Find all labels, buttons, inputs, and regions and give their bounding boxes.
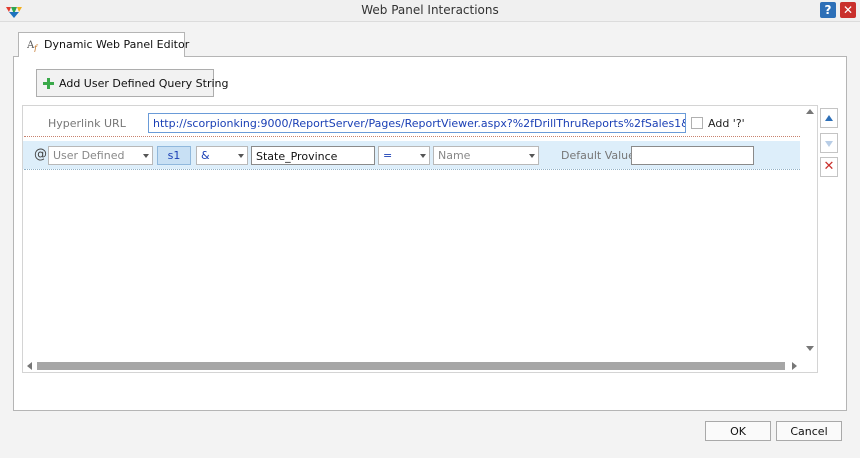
arrow-up-icon — [825, 115, 833, 121]
chevron-down-icon — [238, 154, 244, 158]
formula-icon: A f — [27, 40, 39, 52]
svg-text:f: f — [33, 44, 39, 52]
tab-label: Dynamic Web Panel Editor — [44, 38, 190, 51]
cancel-button[interactable]: Cancel — [776, 421, 842, 441]
at-icon: @ — [34, 147, 47, 162]
scroll-up-arrow-icon[interactable] — [806, 109, 814, 114]
default-value-input[interactable] — [631, 146, 754, 165]
operator-dropdown[interactable]: = — [378, 146, 430, 165]
hyperlink-url-label: Hyperlink URL — [48, 117, 126, 130]
parameter-name-input[interactable]: State_Province — [251, 146, 375, 165]
ok-button[interactable]: OK — [705, 421, 771, 441]
scroll-left-arrow-icon[interactable] — [27, 362, 32, 370]
move-up-button[interactable] — [820, 108, 838, 128]
horizontal-scrollbar-thumb[interactable] — [37, 362, 785, 370]
arrow-down-icon — [825, 141, 833, 147]
tab-dynamic-web-panel-editor[interactable]: A f Dynamic Web Panel Editor — [18, 32, 189, 57]
hyperlink-url-input[interactable]: http://scorpionking:9000/ReportServer/Pa… — [148, 113, 686, 133]
plus-icon — [43, 78, 54, 89]
value-field-value: Name — [438, 149, 471, 162]
chevron-down-icon — [143, 154, 149, 158]
delete-row-button[interactable]: ✕ — [820, 157, 838, 177]
alias-badge[interactable]: s1 — [157, 146, 191, 165]
add-user-defined-query-string-button[interactable]: Add User Defined Query String — [36, 69, 229, 97]
separator-value: & — [201, 149, 210, 162]
scroll-down-arrow-icon[interactable] — [806, 346, 814, 351]
add-button-label: Add User Defined Query String — [59, 77, 229, 90]
chevron-down-icon — [529, 154, 535, 158]
divider — [24, 136, 800, 137]
source-type-dropdown[interactable]: User Defined — [48, 146, 153, 165]
delete-icon: ✕ — [823, 159, 835, 174]
operator-value: = — [383, 149, 393, 162]
help-button[interactable]: ? — [820, 2, 836, 18]
separator-dropdown[interactable]: & — [196, 146, 248, 165]
chevron-down-icon — [420, 154, 426, 158]
value-field-dropdown[interactable]: Name — [433, 146, 539, 165]
move-down-button[interactable] — [820, 133, 838, 153]
scroll-right-arrow-icon[interactable] — [792, 362, 797, 370]
source-type-value: User Defined — [53, 149, 125, 162]
title-bar: Web Panel Interactions ? ✕ — [0, 0, 860, 22]
add-question-mark-label: Add '?' — [708, 117, 745, 130]
window-title: Web Panel Interactions — [361, 3, 499, 17]
close-window-button[interactable]: ✕ — [840, 2, 856, 18]
divider — [24, 169, 800, 170]
add-question-mark-checkbox[interactable] — [691, 117, 703, 129]
default-value-label: Default Value — [561, 149, 635, 162]
